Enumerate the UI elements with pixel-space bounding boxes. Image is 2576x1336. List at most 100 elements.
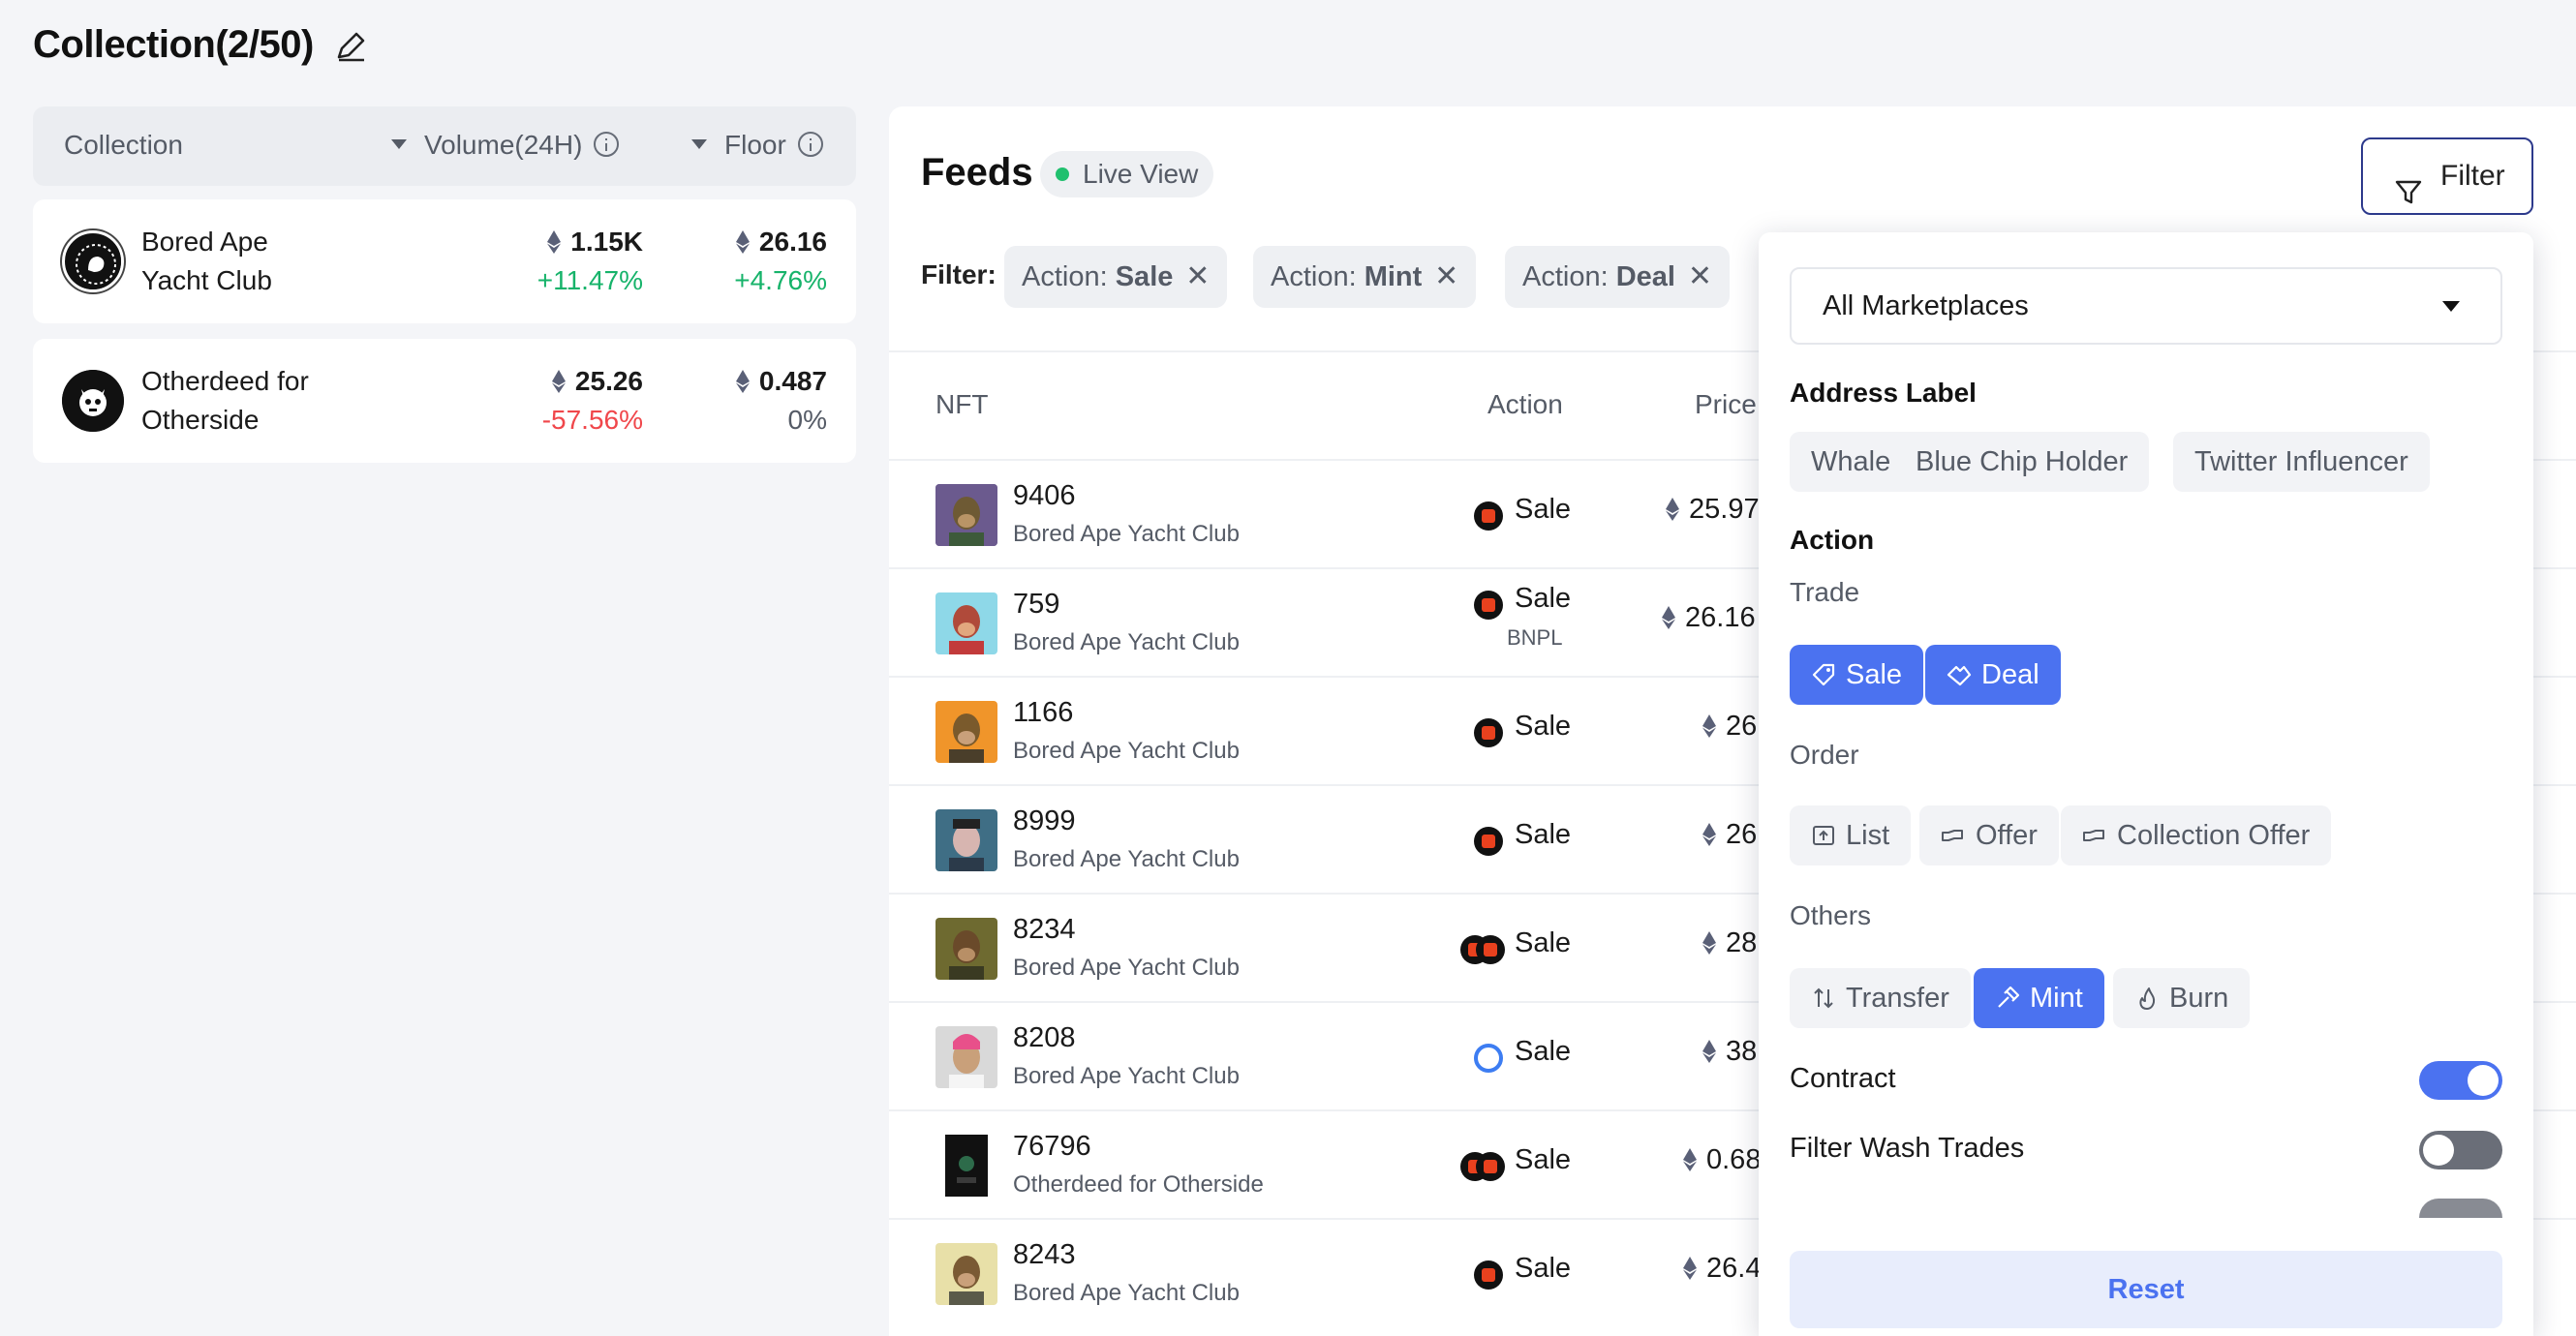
chip-value: Sale <box>1115 261 1174 292</box>
column-price: Price <box>1695 389 1757 419</box>
active-filter-label: Filter: <box>921 259 997 289</box>
collection-card[interactable]: Otherdeed for Otherside 25.26 -57.56% 0.… <box>33 339 856 463</box>
action-label: Sale <box>1515 494 1572 525</box>
feeds-title: Feeds <box>921 151 1033 194</box>
filter-dropdown-panel: All Marketplaces Address Label Whale Blu… <box>1759 232 2533 1336</box>
nft-token-id[interactable]: 8208 <box>1013 1022 1076 1054</box>
reset-button[interactable]: Reset <box>1790 1251 2502 1328</box>
toggle-sale[interactable]: Sale <box>1790 645 1924 705</box>
caret-down-icon <box>2442 301 2460 312</box>
nft-token-id[interactable]: 8999 <box>1013 805 1076 837</box>
filter-button-label: Filter <box>2440 160 2505 192</box>
nft-collection-name: Bored Ape Yacht Club <box>1013 521 1240 547</box>
column-action: Action <box>1487 389 1563 419</box>
nft-collection-name: Bored Ape Yacht Club <box>1013 1280 1240 1306</box>
price-value: 26.4 <box>1706 1253 1762 1284</box>
price-value: 26.16 <box>1685 602 1756 633</box>
live-dot-icon <box>1056 167 1069 181</box>
toggle-offer[interactable]: Offer <box>1919 805 2059 865</box>
collection-name-line2: Otherside <box>141 405 260 435</box>
nft-token-id[interactable]: 8234 <box>1013 914 1076 946</box>
filter-wash-trades-label: Filter Wash Trades <box>1790 1133 2025 1164</box>
column-floor-label: Floor <box>724 130 786 160</box>
filter-chip-deal[interactable]: Action: Deal ✕ <box>1505 246 1730 308</box>
nft-thumbnail <box>935 1243 997 1305</box>
nft-thumbnail <box>935 701 997 763</box>
collection-card[interactable]: Bored Ape Yacht Club 1.15K +11.47% 26.16… <box>33 199 856 323</box>
nft-thumbnail <box>935 1135 997 1197</box>
column-nft: NFT <box>935 389 989 419</box>
action-label: Sale <box>1515 927 1572 958</box>
action-sublabel: BNPL <box>1507 625 1563 650</box>
column-collection: Collection <box>64 130 183 160</box>
nft-collection-name: Bored Ape Yacht Club <box>1013 738 1240 764</box>
live-view-toggle[interactable]: Live View <box>1040 151 1214 197</box>
sort-icon <box>691 139 707 149</box>
filter-chip-mint[interactable]: Action: Mint ✕ <box>1253 246 1477 308</box>
offer-hand-icon <box>1941 823 1966 848</box>
column-floor[interactable]: Floor <box>691 130 823 161</box>
filter-wash-trades-switch[interactable] <box>2419 1131 2502 1169</box>
filter-button[interactable]: Filter <box>2361 137 2533 215</box>
collection-name: Otherdeed for Otherside <box>141 362 354 440</box>
info-icon[interactable] <box>797 132 823 157</box>
collection-name: Bored Ape Yacht Club <box>141 223 354 300</box>
toggle-deal-label: Deal <box>1981 659 2039 690</box>
info-icon[interactable] <box>594 132 620 157</box>
nft-token-id[interactable]: 9406 <box>1013 480 1076 512</box>
bayc-logo <box>62 230 124 292</box>
collection-volume: 1.15K +11.47% <box>537 223 643 300</box>
collection-name-line1: Otherdeed for <box>141 366 309 396</box>
close-icon[interactable]: ✕ <box>1688 246 1712 308</box>
toggle-mint-label: Mint <box>2030 983 2083 1014</box>
nft-thumbnail <box>935 1026 997 1088</box>
funnel-icon <box>2394 162 2423 204</box>
order-title: Order <box>1790 740 1859 770</box>
volume-value: 1.15K <box>570 227 643 257</box>
marketplace-icon <box>1476 1152 1505 1181</box>
toggle-mint[interactable]: Mint <box>1974 968 2104 1028</box>
toggle-list[interactable]: List <box>1790 805 1912 865</box>
trade-title: Trade <box>1790 577 1860 607</box>
eth-icon <box>551 370 566 393</box>
column-volume[interactable]: Volume(24H) <box>391 130 620 161</box>
eth-icon <box>1702 823 1716 846</box>
toggle-burn[interactable]: Burn <box>2113 968 2251 1028</box>
floor-value: 0.487 <box>758 366 827 396</box>
nft-thumbnail <box>935 809 997 871</box>
otherdeed-logo <box>62 370 124 432</box>
nft-thumbnail <box>935 918 997 980</box>
tag-blue-chip-holder[interactable]: Blue Chip Holder <box>1894 432 2150 492</box>
eth-icon <box>1702 714 1716 738</box>
page-title: Collection(2/50) <box>33 23 314 66</box>
nft-token-id[interactable]: 1166 <box>1013 697 1073 729</box>
eth-icon <box>1702 931 1716 955</box>
chip-value: Mint <box>1364 261 1423 292</box>
nft-collection-name: Bored Ape Yacht Club <box>1013 846 1240 872</box>
edit-pencil-icon[interactable] <box>333 29 368 64</box>
contract-switch[interactable] <box>2419 1061 2502 1100</box>
floor-change: 0% <box>787 405 827 435</box>
filter-chip-sale[interactable]: Action: Sale ✕ <box>1004 246 1228 308</box>
marketplace-icon <box>1474 501 1503 531</box>
close-icon[interactable]: ✕ <box>1185 246 1210 308</box>
nft-collection-name: Bored Ape Yacht Club <box>1013 629 1240 655</box>
live-view-label: Live View <box>1083 159 1199 189</box>
price-tag-icon <box>1811 662 1836 687</box>
toggle-transfer[interactable]: Transfer <box>1790 968 1971 1028</box>
close-icon[interactable]: ✕ <box>1434 246 1458 308</box>
tag-twitter-influencer[interactable]: Twitter Influencer <box>2173 432 2430 492</box>
nft-token-id[interactable]: 759 <box>1013 589 1059 621</box>
marketplace-select-value: All Marketplaces <box>1823 290 2029 321</box>
chip-prefix: Action: <box>1522 261 1616 292</box>
hammer-icon <box>1995 986 2020 1011</box>
transfer-arrows-icon <box>1811 986 1836 1011</box>
toggle-collection-offer[interactable]: Collection Offer <box>2061 805 2332 865</box>
toggle-deal[interactable]: Deal <box>1925 645 2061 705</box>
price-value: 26 <box>1726 711 1758 742</box>
marketplace-select[interactable]: All Marketplaces <box>1790 267 2502 345</box>
nft-token-id[interactable]: 8243 <box>1013 1239 1076 1271</box>
collection-floor: 0.487 0% <box>735 362 827 440</box>
upload-icon <box>1811 823 1836 848</box>
nft-token-id[interactable]: 76796 <box>1013 1131 1091 1163</box>
